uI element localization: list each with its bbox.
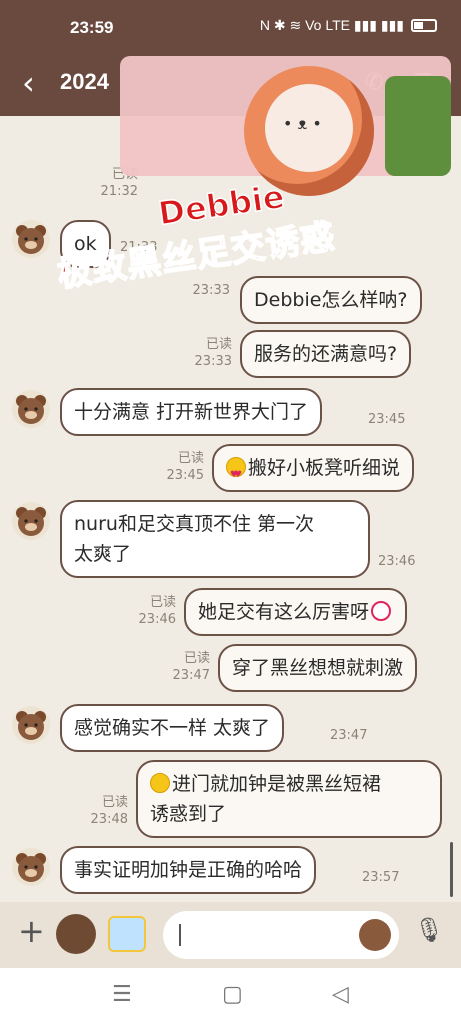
message-text: 搬好小板凳听细说 xyxy=(248,457,401,479)
system-nav-bar: ☰ ▢ ◁ xyxy=(0,968,461,1024)
bear-avatar-icon xyxy=(16,711,46,740)
input-caret xyxy=(179,924,181,946)
message-meta: 已读 23:47 xyxy=(166,650,210,684)
battery-icon xyxy=(411,19,437,32)
status-time: 23:59 xyxy=(70,18,114,37)
scrollbar-thumb[interactable] xyxy=(450,842,453,897)
message-meta: 已读 23:46 xyxy=(132,594,176,628)
heart-eyes-emoji-icon xyxy=(226,457,246,490)
bear-avatar-icon xyxy=(16,853,46,882)
starstruck-emoji-icon xyxy=(371,601,392,621)
message-time: 23:46 xyxy=(378,554,416,569)
message-time: 23:46 xyxy=(138,612,176,627)
status-icons-text: N ✱ ≋ Vo LTE ▮▮▮ ▮▮▮ xyxy=(259,17,404,33)
read-receipt: 已读 xyxy=(177,451,204,466)
read-receipt: 已读 xyxy=(101,795,128,810)
message-bubble[interactable]: nuru和足交真顶不住 第一次 太爽了 xyxy=(60,500,370,578)
message-time: 23:57 xyxy=(362,870,400,885)
bear-sticker-icon[interactable] xyxy=(56,914,96,954)
mic-icon[interactable]: 🎙 xyxy=(414,916,444,944)
message-bubble[interactable]: 十分满意 打开新世界大门了 xyxy=(60,388,323,436)
message-time: 23:45 xyxy=(368,412,406,427)
message-bubble[interactable]: 搬好小板凳听细说 xyxy=(212,444,415,492)
overlay-tree-image xyxy=(385,76,451,176)
message-text-line: 诱惑到了 xyxy=(150,803,227,825)
message-time: 23:45 xyxy=(166,468,204,483)
bear-avatar-icon xyxy=(16,225,46,254)
message-bubble[interactable]: 感觉确实不一样 太爽了 xyxy=(60,704,285,752)
message-meta: 已读 23:48 xyxy=(84,794,128,828)
nav-menu-icon[interactable]: ☰ xyxy=(112,982,132,1007)
message-text: 进门就加钟是被黑丝短裙 xyxy=(172,773,382,795)
message-text-line: nuru和足交真顶不住 第一次 xyxy=(74,513,314,535)
nav-back-icon[interactable]: ◁ xyxy=(332,982,349,1007)
grin-emoji-icon xyxy=(150,773,170,793)
avatar[interactable] xyxy=(12,848,50,886)
nav-home-icon[interactable]: ▢ xyxy=(222,982,243,1007)
message-bubble[interactable]: 进门就加钟是被黑丝短裙 诱惑到了 xyxy=(136,760,442,838)
status-icons: N ✱ ≋ Vo LTE ▮▮▮ ▮▮▮ xyxy=(260,17,437,34)
message-meta: 已读 23:33 xyxy=(188,336,232,370)
bear-avatar-icon xyxy=(16,507,46,536)
emoji-bear-icon[interactable] xyxy=(359,919,391,951)
message-text: 她足交有这么厉害呀 xyxy=(198,601,370,623)
message-bubble[interactable]: 服务的还满意吗? xyxy=(240,330,412,378)
input-bar: + 🎙 xyxy=(0,902,461,968)
message-bubble[interactable]: 她足交有这么厉害呀 xyxy=(184,588,408,636)
read-receipt: 已读 xyxy=(183,651,210,666)
plus-icon[interactable]: + xyxy=(18,912,45,950)
chat-title: 2024 xyxy=(60,69,109,94)
photo-sticker-icon[interactable] xyxy=(108,916,146,952)
status-bar: 23:59 N ✱ ≋ Vo LTE ▮▮▮ ▮▮▮ xyxy=(0,0,461,56)
message-text-line: 进门就加钟是被黑丝短裙 xyxy=(150,769,428,799)
read-receipt: 已读 xyxy=(205,337,232,352)
message-bubble[interactable]: 穿了黑丝想想就刺激 xyxy=(218,644,418,692)
message-time: 23:47 xyxy=(172,668,210,683)
promo-overlay-image: Debbie 极致黑丝足交诱惑 xyxy=(54,56,451,306)
message-meta: 已读 23:45 xyxy=(160,450,204,484)
avatar[interactable] xyxy=(12,390,50,428)
message-time: 23:33 xyxy=(194,354,232,369)
avatar[interactable] xyxy=(12,706,50,744)
message-time: 23:48 xyxy=(90,812,128,827)
avatar[interactable] xyxy=(12,502,50,540)
back-icon[interactable]: ‹ xyxy=(22,64,35,102)
message-time: 23:47 xyxy=(330,728,368,743)
read-receipt: 已读 xyxy=(149,595,176,610)
message-text-line: 太爽了 xyxy=(74,543,132,565)
avatar[interactable] xyxy=(12,220,50,258)
message-bubble[interactable]: 事实证明加钟是正确的哈哈 xyxy=(60,846,317,894)
bear-avatar-icon xyxy=(16,395,46,424)
overlay-cat-face-icon xyxy=(265,84,353,172)
